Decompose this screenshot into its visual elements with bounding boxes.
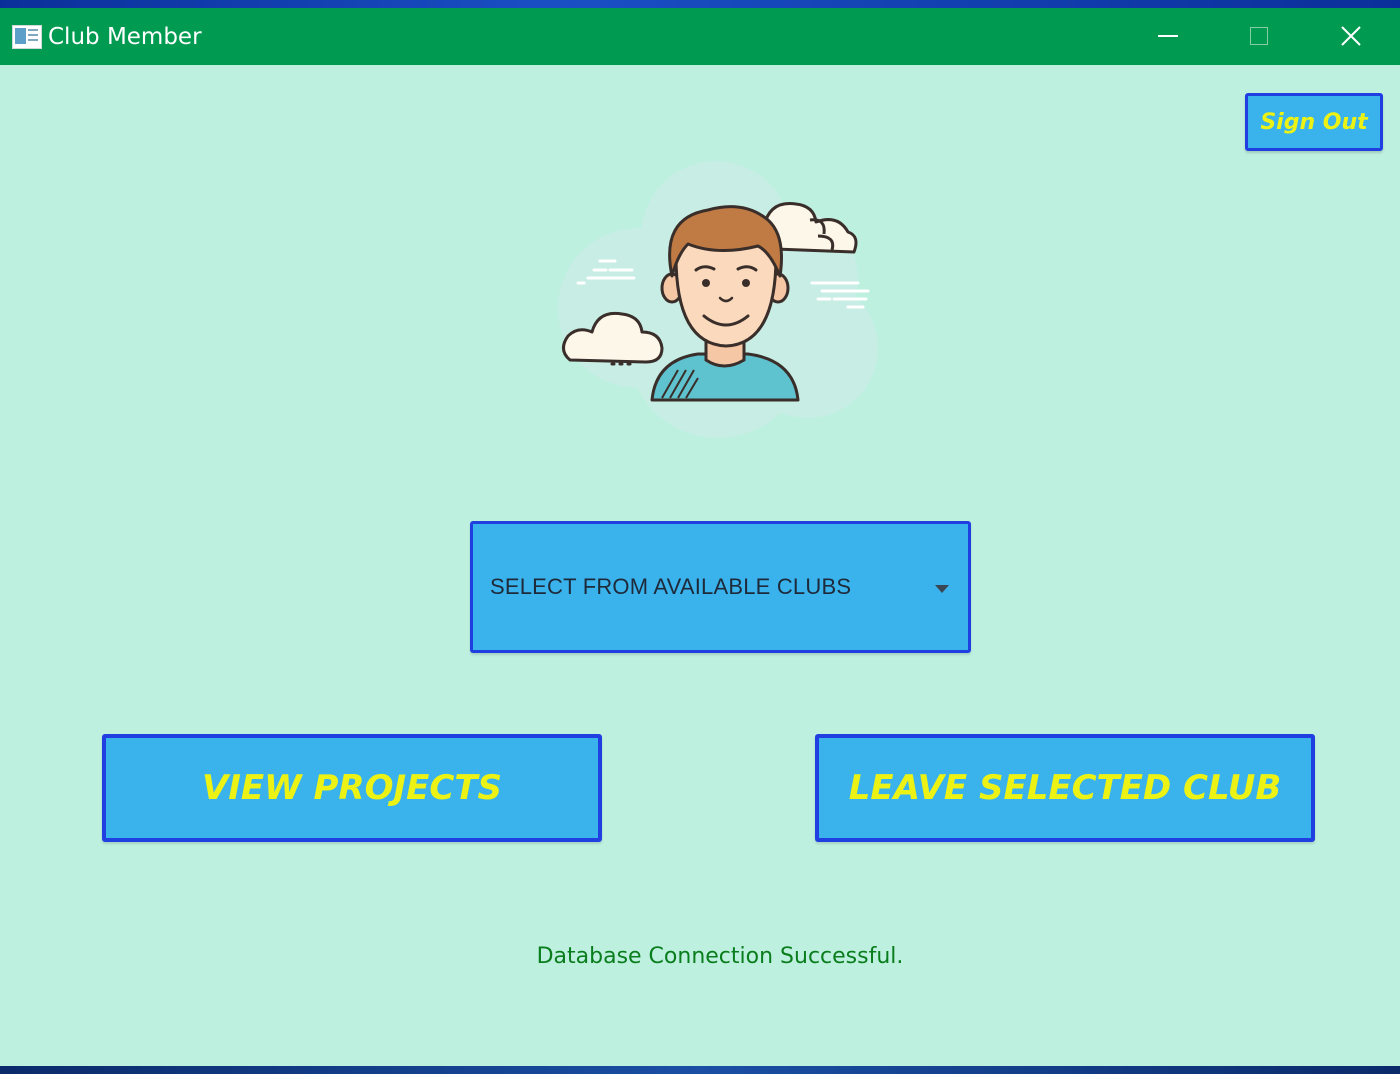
minimize-icon	[1158, 34, 1178, 37]
maximize-icon	[1250, 26, 1268, 45]
close-button[interactable]	[1305, 8, 1397, 65]
leave-selected-club-button[interactable]: LEAVE SELECTED CLUB	[815, 734, 1315, 842]
desktop-top-strip	[0, 0, 1400, 8]
chevron-down-icon[interactable]	[935, 585, 949, 593]
minimize-button[interactable]	[1122, 8, 1214, 65]
status-message: Database Connection Successful.	[536, 944, 904, 969]
app-window: Club Member Sign Out SELECT FROM AVAILAB…	[0, 8, 1400, 1066]
window-title: Club Member	[48, 24, 202, 50]
desktop-bottom-strip	[0, 1066, 1400, 1074]
maximize-button[interactable]	[1213, 8, 1305, 65]
close-icon	[1341, 25, 1361, 46]
app-window-icon	[12, 25, 42, 49]
status-area: Database Connection Successful.	[0, 944, 1400, 976]
club-select-value: SELECT FROM AVAILABLE CLUBS	[490, 574, 852, 599]
sign-out-button[interactable]: Sign Out	[1245, 93, 1383, 151]
title-bar[interactable]: Club Member	[0, 8, 1400, 65]
user-avatar-illustration	[558, 161, 878, 438]
club-select-dropdown[interactable]: SELECT FROM AVAILABLE CLUBS	[470, 521, 971, 653]
view-projects-button[interactable]: VIEW PROJECTS	[102, 734, 602, 842]
